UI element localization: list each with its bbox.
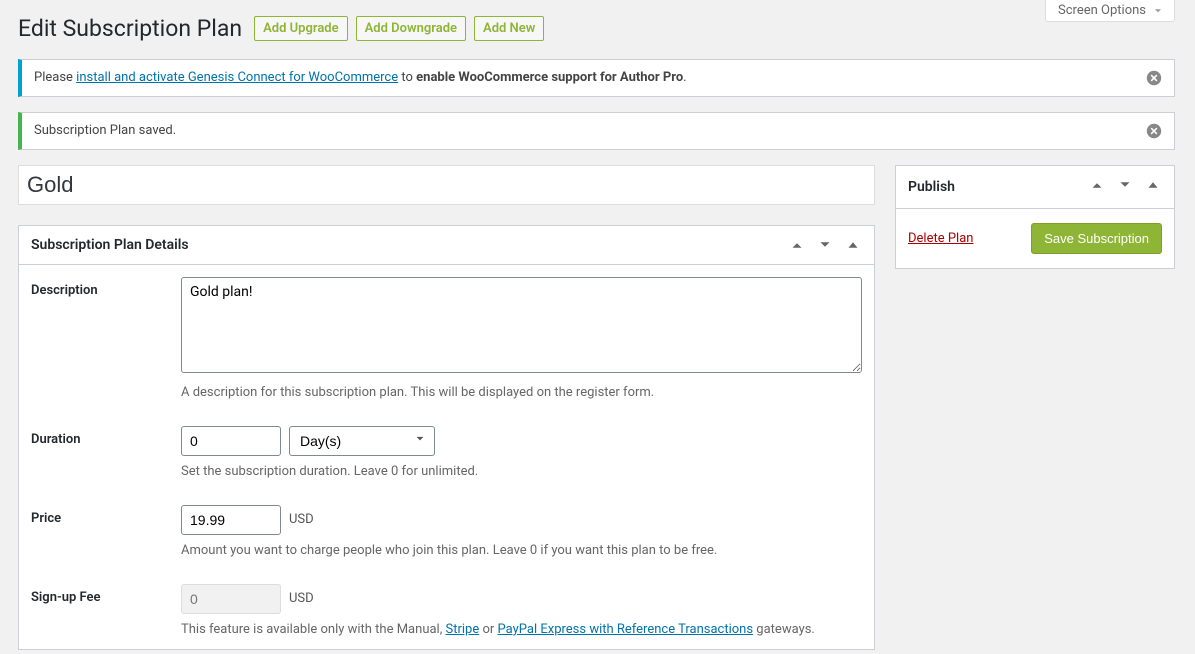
notice-info: Please install and activate Genesis Conn… (18, 59, 1175, 97)
notice-success: Subscription Plan saved. (18, 112, 1175, 150)
signup-fee-input (181, 584, 281, 614)
price-input[interactable] (181, 505, 281, 535)
screen-options-toggle[interactable]: Screen Options (1045, 0, 1175, 22)
signup-fee-label: Sign-up Fee (31, 584, 181, 605)
caret-up-icon (1144, 176, 1162, 194)
notice-text: Please (34, 70, 76, 85)
stripe-link[interactable]: Stripe (446, 622, 480, 637)
signup-fee-help: This feature is available only with the … (181, 622, 862, 637)
notice-success-text: Subscription Plan saved. (34, 123, 176, 138)
chevron-up-icon (1088, 176, 1106, 194)
price-help: Amount you want to charge people who joi… (181, 543, 862, 558)
add-upgrade-button[interactable]: Add Upgrade (254, 16, 348, 41)
toggle-panel-button[interactable] (844, 236, 862, 254)
description-textarea[interactable]: Gold plan! (181, 277, 862, 373)
duration-input[interactable] (181, 426, 281, 456)
chevron-up-icon (788, 236, 806, 254)
details-panel-title: Subscription Plan Details (31, 237, 189, 253)
description-help: A description for this subscription plan… (181, 385, 862, 400)
chevron-down-icon (1152, 5, 1164, 17)
notice-bold: enable WooCommerce support for Author Pr… (416, 70, 683, 85)
publish-panel: Publish Delete Plan Save Subscription (895, 165, 1175, 269)
caret-up-icon (844, 236, 862, 254)
chevron-down-icon (1116, 176, 1134, 194)
delete-plan-link[interactable]: Delete Plan (908, 231, 973, 246)
move-down-button[interactable] (1116, 176, 1134, 198)
description-label: Description (31, 277, 181, 298)
save-subscription-button[interactable]: Save Subscription (1031, 223, 1162, 254)
plan-title-input[interactable] (18, 165, 875, 205)
notice-text: . (683, 70, 686, 85)
move-down-button[interactable] (816, 236, 834, 254)
price-label: Price (31, 505, 181, 526)
signup-fee-currency: USD (289, 591, 314, 606)
genesis-connect-link[interactable]: install and activate Genesis Connect for… (76, 70, 398, 85)
notice-text: to (398, 70, 416, 85)
close-icon (1146, 70, 1162, 86)
publish-panel-title: Publish (908, 179, 955, 195)
paypal-link[interactable]: PayPal Express with Reference Transactio… (498, 622, 754, 637)
duration-label: Duration (31, 426, 181, 447)
details-panel: Subscription Plan Details Description Go… (18, 225, 875, 650)
close-icon (1146, 123, 1162, 139)
screen-options-label: Screen Options (1058, 3, 1146, 18)
dismiss-notice-button[interactable] (1146, 70, 1162, 86)
add-new-button[interactable]: Add New (474, 16, 544, 41)
move-up-button[interactable] (1088, 176, 1106, 198)
duration-unit-select[interactable]: Day(s) (289, 426, 435, 456)
add-downgrade-button[interactable]: Add Downgrade (356, 16, 466, 41)
duration-help: Set the subscription duration. Leave 0 f… (181, 464, 862, 479)
dismiss-notice-button[interactable] (1146, 123, 1162, 139)
chevron-down-icon (816, 236, 834, 254)
page-title: Edit Subscription Plan (18, 14, 242, 44)
toggle-panel-button[interactable] (1144, 176, 1162, 198)
move-up-button[interactable] (788, 236, 806, 254)
price-currency: USD (289, 512, 314, 527)
